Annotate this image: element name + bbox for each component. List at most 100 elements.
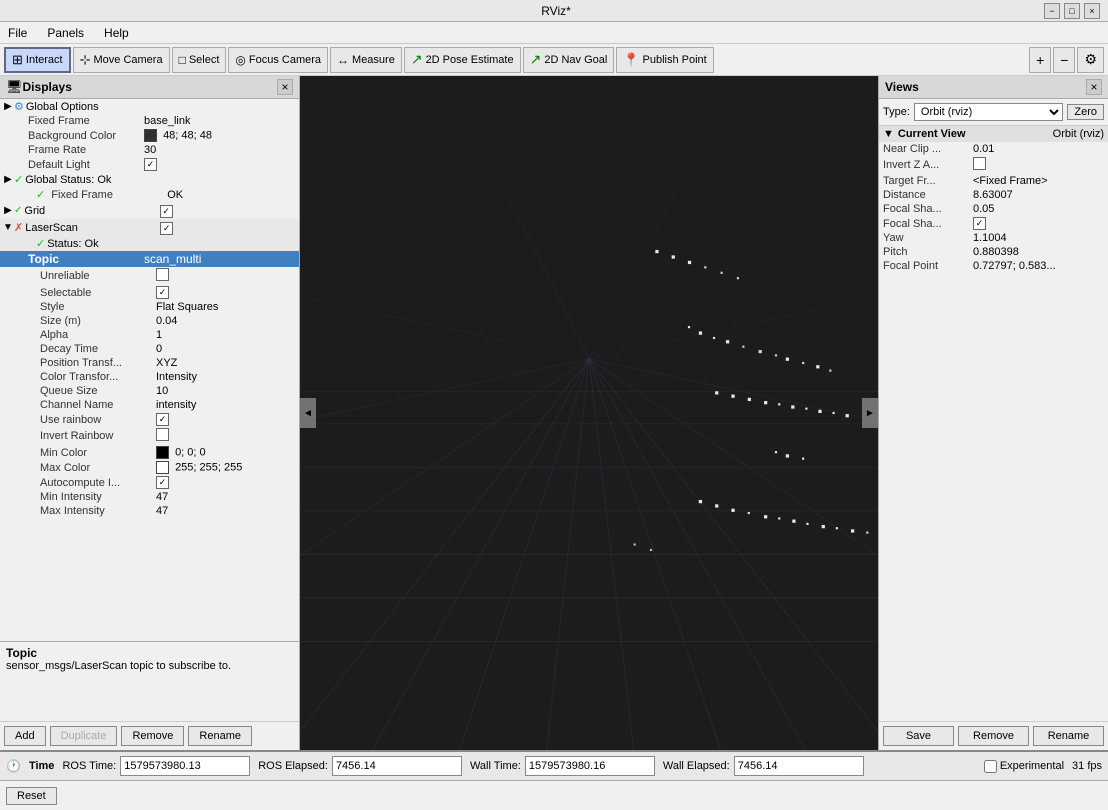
add-display-btn[interactable]: + <box>1029 47 1051 73</box>
default-light-checkbox[interactable] <box>144 158 157 171</box>
zero-btn[interactable]: Zero <box>1067 104 1104 120</box>
use-rainbow-checkbox[interactable] <box>156 413 169 426</box>
wall-elapsed-input[interactable] <box>734 756 864 776</box>
view-arrow-left[interactable]: ◄ <box>300 398 316 428</box>
focal-sha1-value[interactable]: 0.05 <box>973 203 1104 215</box>
minimize-btn[interactable]: − <box>1044 3 1060 19</box>
interact-btn[interactable]: ⊞ Interact <box>4 47 71 73</box>
type-label: Type: <box>883 106 910 118</box>
laserscan-row[interactable]: ▼ ✗ LaserScan <box>0 219 299 236</box>
position-value[interactable]: XYZ <box>156 357 299 369</box>
bg-color-value[interactable]: 48; 48; 48 <box>144 129 299 142</box>
move-camera-btn[interactable]: ⊹ Move Camera <box>73 47 170 73</box>
pitch-row: Pitch 0.880398 <box>879 245 1108 259</box>
pitch-value[interactable]: 0.880398 <box>973 246 1104 258</box>
select-btn[interactable]: □ Select <box>172 47 227 73</box>
ros-time-input[interactable] <box>120 756 250 776</box>
duplicate-btn[interactable]: Duplicate <box>50 726 118 746</box>
views-close-btn[interactable]: × <box>1086 79 1102 95</box>
fps-label: 31 fps <box>1072 760 1102 772</box>
alpha-value[interactable]: 1 <box>156 329 299 341</box>
unreliable-value[interactable] <box>156 268 299 284</box>
publish-point-btn[interactable]: 📍 Publish Point <box>616 47 713 73</box>
min-color-value[interactable]: 0; 0; 0 <box>156 446 299 459</box>
rename-btn[interactable]: Rename <box>188 726 252 746</box>
close-btn[interactable]: × <box>1084 3 1100 19</box>
topic-row[interactable]: Topic scan_multi <box>0 251 299 267</box>
interact-icon: ⊞ <box>12 52 23 68</box>
autocompute-value[interactable] <box>156 476 299 489</box>
maximize-btn[interactable]: □ <box>1064 3 1080 19</box>
channel-value[interactable]: intensity <box>156 399 299 411</box>
pose-estimate-btn[interactable]: ↗ 2D Pose Estimate <box>404 47 521 73</box>
laserscan-enable-checkbox[interactable] <box>160 222 173 235</box>
focal-sha2-value[interactable] <box>973 217 1104 230</box>
measure-btn[interactable]: ↔ Measure <box>330 47 402 73</box>
unreliable-checkbox[interactable] <box>156 268 169 281</box>
displays-close-btn[interactable]: × <box>277 79 293 95</box>
topic-value[interactable]: scan_multi <box>144 252 299 266</box>
menu-panels[interactable]: Panels <box>43 24 88 42</box>
views-tree: ▼ Current View Orbit (rviz) Near Clip ..… <box>879 126 1108 721</box>
grid-row[interactable]: ▶ ✓ Grid <box>0 202 299 219</box>
global-options-row[interactable]: ▶ ⚙ Global Options <box>0 99 299 114</box>
near-clip-value[interactable]: 0.01 <box>973 143 1104 155</box>
grid-enable-checkbox[interactable] <box>160 205 173 218</box>
global-status-row[interactable]: ▶ ✓ Global Status: Ok <box>0 172 299 187</box>
3d-view[interactable]: ◄ ► <box>300 76 878 750</box>
decay-value[interactable]: 0 <box>156 343 299 355</box>
ros-elapsed-input[interactable] <box>332 756 462 776</box>
min-intensity-row: Min Intensity 47 <box>0 490 299 504</box>
selectable-value[interactable] <box>156 286 299 299</box>
laserscan-checkbox[interactable] <box>160 220 299 235</box>
remove-btn[interactable]: Remove <box>121 726 184 746</box>
size-label: Size (m) <box>36 315 156 327</box>
invert-z-checkbox[interactable] <box>973 157 986 170</box>
type-select[interactable]: Orbit (rviz) <box>914 103 1063 121</box>
laserscan-arrow: ▼ <box>2 222 14 233</box>
experimental-checkbox[interactable] <box>984 760 997 773</box>
frame-rate-value[interactable]: 30 <box>144 144 299 156</box>
target-frame-value[interactable]: <Fixed Frame> <box>973 175 1104 187</box>
color-transform-value[interactable]: Intensity <box>156 371 299 383</box>
focal-sha2-checkbox[interactable] <box>973 217 986 230</box>
remove-view-btn[interactable]: Remove <box>958 726 1029 746</box>
add-btn[interactable]: Add <box>4 726 46 746</box>
fixed-frame-value[interactable]: base_link <box>144 115 299 127</box>
experimental-label: Experimental <box>1000 760 1064 772</box>
help-title: Topic <box>6 646 293 660</box>
max-intensity-value[interactable]: 47 <box>156 505 299 517</box>
invert-rainbow-checkbox[interactable] <box>156 428 169 441</box>
save-view-btn[interactable]: Save <box>883 726 954 746</box>
unreliable-label: Unreliable <box>36 270 156 282</box>
use-rainbow-value[interactable] <box>156 413 299 426</box>
min-intensity-value[interactable]: 47 <box>156 491 299 503</box>
distance-value[interactable]: 8.63007 <box>973 189 1104 201</box>
style-value[interactable]: Flat Squares <box>156 301 299 313</box>
laserscan-status-row[interactable]: ✓ Status: Ok <box>0 236 299 251</box>
remove-display-btn[interactable]: − <box>1053 47 1075 73</box>
invert-rainbow-row: Invert Rainbow <box>0 427 299 445</box>
publish-icon: 📍 <box>623 52 639 68</box>
invert-rainbow-value[interactable] <box>156 428 299 444</box>
max-color-value[interactable]: 255; 255; 255 <box>156 461 299 474</box>
wall-time-input[interactable] <box>525 756 655 776</box>
view-arrow-right[interactable]: ► <box>862 398 878 428</box>
reset-btn[interactable]: Reset <box>6 787 57 805</box>
rename-view-btn[interactable]: Rename <box>1033 726 1104 746</box>
yaw-value[interactable]: 1.1004 <box>973 232 1104 244</box>
autocompute-checkbox[interactable] <box>156 476 169 489</box>
nav-goal-btn[interactable]: ↗ 2D Nav Goal <box>523 47 615 73</box>
queue-value[interactable]: 10 <box>156 385 299 397</box>
settings-btn[interactable]: ⚙ <box>1077 47 1104 73</box>
focus-camera-btn[interactable]: ◎ Focus Camera <box>228 47 328 73</box>
invert-z-value[interactable] <box>973 157 1104 173</box>
menu-help[interactable]: Help <box>100 24 133 42</box>
size-value[interactable]: 0.04 <box>156 315 299 327</box>
menu-file[interactable]: File <box>4 24 31 42</box>
default-light-value[interactable] <box>144 158 299 171</box>
color-transform-row: Color Transfor... Intensity <box>0 370 299 384</box>
focal-point-value[interactable]: 0.72797; 0.583... <box>973 260 1104 272</box>
grid-checkbox[interactable] <box>160 203 299 218</box>
selectable-checkbox[interactable] <box>156 286 169 299</box>
